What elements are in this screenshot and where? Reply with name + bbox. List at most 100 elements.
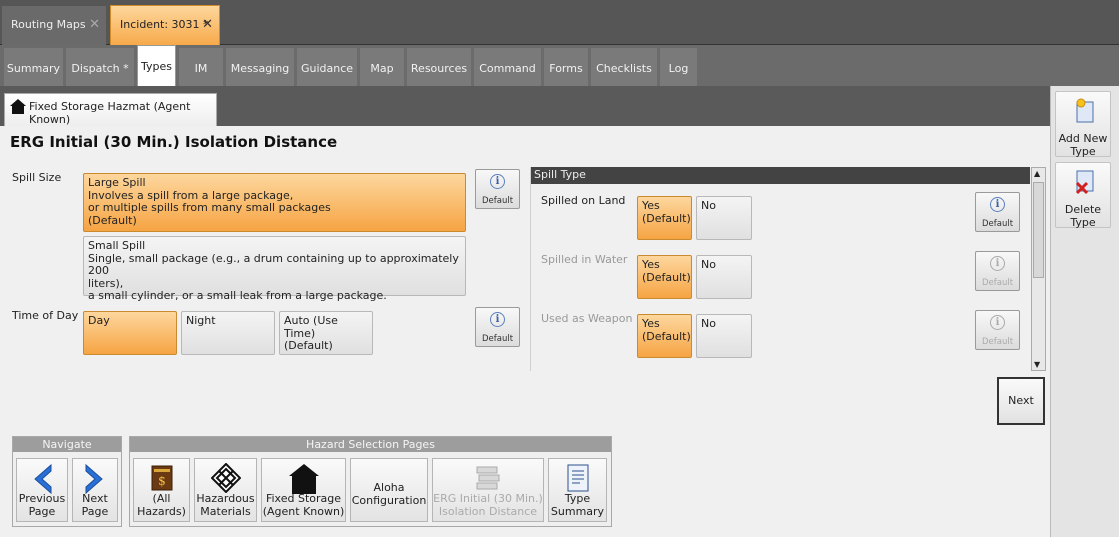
next-page-button[interactable]: Next Page <box>72 458 118 522</box>
button-label: Aloha <box>373 481 405 494</box>
button-label: Add New <box>1058 132 1108 145</box>
doc-tab-label: Incident: 3031 * <box>120 18 209 31</box>
button-label: Page <box>28 505 56 518</box>
large-spill-option[interactable]: Large Spill Involves a spill from a larg… <box>83 173 466 232</box>
button-label: Configuration <box>351 494 427 507</box>
water-yes-option[interactable]: Yes (Default) <box>637 255 692 299</box>
tab-log[interactable]: Log <box>660 48 697 86</box>
button-label: Summary <box>550 505 605 518</box>
weapon-default-button[interactable]: i Default <box>975 310 1020 350</box>
option-title: Large Spill <box>88 176 146 189</box>
button-label: Materials <box>200 505 251 518</box>
small-spill-option[interactable]: Small Spill Single, small package (e.g.,… <box>83 236 466 302</box>
info-icon: i <box>490 312 505 327</box>
day-option[interactable]: Day <box>83 311 177 355</box>
land-default-button[interactable]: i Default <box>975 192 1020 232</box>
scrollbar-thumb[interactable] <box>1033 182 1044 278</box>
tab-checklists[interactable]: Checklists <box>591 48 657 86</box>
default-label: Default <box>481 196 514 206</box>
delete-document-icon <box>1075 170 1094 195</box>
previous-page-button[interactable]: Previous Page <box>16 458 68 522</box>
tab-command[interactable]: Command <box>474 48 541 86</box>
time-of-day-default-button[interactable]: i Default <box>475 307 520 347</box>
add-document-icon <box>1076 98 1094 123</box>
time-of-day-label: Time of Day <box>12 309 79 322</box>
navigate-header: Navigate <box>13 437 121 452</box>
summary-document-icon <box>567 464 588 492</box>
spill-size-label: Spill Size <box>12 171 62 184</box>
tab-im[interactable]: IM <box>179 48 223 86</box>
option-desc: or multiple spills from many small packa… <box>88 201 331 214</box>
right-action-panel: Add New Type Delete Type <box>1050 86 1119 537</box>
button-label: Isolation Distance <box>438 505 538 518</box>
water-no-option[interactable]: No <box>696 255 752 299</box>
delete-type-button[interactable]: Delete Type <box>1055 162 1111 229</box>
info-icon: i <box>490 174 505 189</box>
stack-icon <box>476 466 500 490</box>
next-button[interactable]: Next <box>997 377 1045 425</box>
house-icon <box>288 464 319 494</box>
default-label: Default <box>981 337 1014 347</box>
page-title: ERG Initial (30 Min.) Isolation Distance <box>10 133 338 151</box>
svg-text:$: $ <box>158 474 166 488</box>
close-icon[interactable]: ✕ <box>89 6 100 43</box>
tab-messaging[interactable]: Messaging <box>226 48 294 86</box>
button-label: Fixed Storage <box>265 492 342 505</box>
tab-resources[interactable]: Resources <box>407 48 471 86</box>
tab-types[interactable]: Types <box>137 45 176 86</box>
button-label: Page <box>81 505 109 518</box>
all-hazards-button[interactable]: $ (All Hazards) <box>133 458 190 522</box>
option-desc: (Default) <box>642 211 691 225</box>
option-title: Small Spill <box>88 239 146 252</box>
navigate-group: Navigate Previous Page Next Page <box>12 436 122 527</box>
tab-dispatch[interactable]: Dispatch * <box>66 48 134 86</box>
tab-forms[interactable]: Forms <box>544 48 588 86</box>
button-label: Type <box>564 492 591 505</box>
button-label: Hazardous <box>196 492 255 505</box>
option-title: Yes <box>642 317 660 330</box>
scroll-up-arrow-icon[interactable]: ▲ <box>1034 169 1040 178</box>
weapon-yes-option[interactable]: Yes (Default) <box>637 314 692 358</box>
option-title: Yes <box>642 199 660 212</box>
tab-map[interactable]: Map <box>360 48 404 86</box>
doc-tab-incident[interactable]: Incident: 3031 * ✕ <box>110 5 220 45</box>
doc-tab-routing-maps[interactable]: Routing Maps ✕ <box>2 6 106 45</box>
house-icon <box>10 99 26 114</box>
hazmat-diamond-icon <box>210 463 241 493</box>
close-icon[interactable]: ✕ <box>202 6 213 43</box>
hazard-selection-header: Hazard Selection Pages <box>130 437 611 452</box>
auto-time-option[interactable]: Auto (Use Time) (Default) <box>279 311 373 355</box>
spill-type-header: Spill Type <box>531 167 1030 184</box>
vertical-scrollbar[interactable]: ▲ ▼ <box>1031 167 1046 371</box>
tab-guidance[interactable]: Guidance <box>297 48 357 86</box>
spilled-on-land-label: Spilled on Land <box>541 194 626 207</box>
night-option[interactable]: Night <box>181 311 275 355</box>
option-desc: (Default) <box>642 329 691 343</box>
spill-size-default-button[interactable]: i Default <box>475 169 520 209</box>
scroll-down-arrow-icon[interactable]: ▼ <box>1034 360 1040 369</box>
option-title: Yes <box>642 258 660 271</box>
type-summary-button[interactable]: Type Summary <box>548 458 607 522</box>
divider <box>530 167 531 371</box>
fixed-storage-button[interactable]: Fixed Storage (Agent Known) <box>261 458 346 522</box>
button-label: Type <box>1070 216 1096 229</box>
button-label: (Agent Known) <box>262 505 345 518</box>
weapon-no-option[interactable]: No <box>696 314 752 358</box>
land-yes-option[interactable]: Yes (Default) <box>637 196 692 240</box>
default-label: Default <box>981 219 1014 229</box>
option-desc: Single, small package (e.g., a drum cont… <box>88 251 459 277</box>
add-new-type-button[interactable]: Add New Type <box>1055 91 1111 158</box>
document-tab-bar: Routing Maps ✕ Incident: 3031 * ✕ <box>0 0 1119 45</box>
aloha-configuration-button[interactable]: Aloha Configuration <box>350 458 428 522</box>
button-label: Hazards) <box>137 505 186 518</box>
tab-summary[interactable]: Summary <box>4 48 63 86</box>
button-label: (All <box>152 492 171 505</box>
subtab-fixed-storage[interactable]: Fixed Storage Hazmat (Agent Known) <box>4 93 217 126</box>
land-no-option[interactable]: No <box>696 196 752 240</box>
water-default-button[interactable]: i Default <box>975 251 1020 291</box>
button-label: Type <box>1070 145 1096 158</box>
hazardous-materials-button[interactable]: Hazardous Materials <box>194 458 257 522</box>
spilled-in-water-label: Spilled in Water <box>541 253 628 266</box>
erg-initial-button[interactable]: ERG Initial (30 Min.) Isolation Distance <box>432 458 544 522</box>
arrow-left-icon <box>34 463 52 495</box>
